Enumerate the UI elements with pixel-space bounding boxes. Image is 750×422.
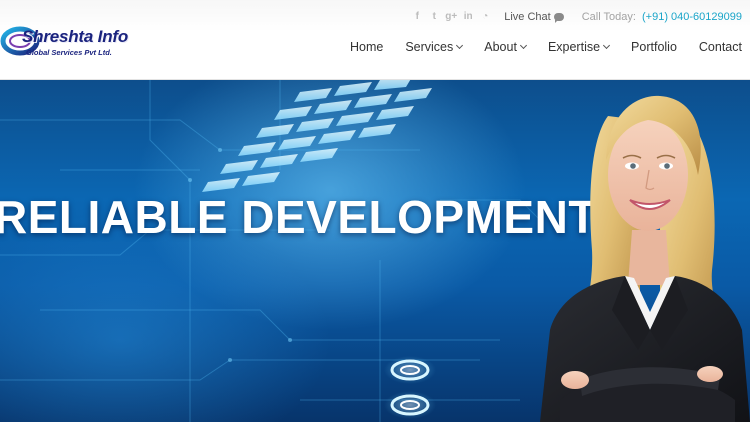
hero-title: RELIABLE DEVELOPMENT — [0, 191, 597, 243]
nav-label-services: Services — [405, 40, 454, 54]
nav-item-home[interactable]: Home — [350, 40, 383, 54]
facebook-icon[interactable]: f — [412, 11, 422, 23]
nav-label-home: Home — [349, 40, 384, 54]
site-logo[interactable]: Shreshta Info Global Services Pvt Ltd. — [0, 21, 140, 61]
nav-label-contact: Contact — [698, 40, 742, 54]
nav-label-about: About — [484, 40, 517, 54]
chat-bubble-icon — [553, 13, 564, 23]
chevron-down-icon — [456, 41, 464, 50]
google-plus-icon[interactable]: g+ — [445, 11, 457, 23]
phone-number-link[interactable]: (+91) 040-60129099 — [642, 11, 742, 23]
nav-item-portfolio[interactable]: Portfolio — [631, 40, 677, 54]
site-header: Shreshta Info Global Services Pvt Ltd. f… — [0, 0, 750, 80]
nav-item-services[interactable]: Services — [405, 40, 464, 54]
main-nav: Home Services About Expertise Portfolio … — [350, 40, 742, 54]
chevron-down-icon — [603, 41, 611, 50]
top-bar: f t g+ in ◔ Live Chat Call Today: (+91) … — [412, 9, 742, 25]
social-links: f t g+ in ◔ — [412, 11, 490, 23]
call-label: Call Today: — [581, 11, 636, 23]
call-today: Call Today: (+91) 040-60129099 — [582, 11, 742, 23]
nav-item-expertise[interactable]: Expertise — [547, 40, 611, 54]
rss-icon[interactable]: ◔ — [480, 11, 490, 23]
nav-item-contact[interactable]: Contact — [699, 40, 742, 54]
linkedin-icon[interactable]: in — [463, 11, 473, 23]
live-chat-link[interactable]: Live Chat — [504, 11, 564, 23]
hero-banner: RELIABLE DEVELOPMENT — [0, 80, 750, 422]
twitter-icon[interactable]: t — [429, 11, 439, 23]
brand-subtitle: Global Services Pvt Ltd. — [26, 48, 112, 57]
nav-label-portfolio: Portfolio — [631, 40, 677, 54]
brand-name: Shreshta Info — [22, 27, 129, 46]
businesswoman-image — [540, 95, 750, 422]
nav-item-about[interactable]: About — [484, 40, 527, 54]
nav-label-expertise: Expertise — [547, 40, 601, 54]
live-chat-label: Live Chat — [504, 11, 551, 23]
chevron-down-icon — [519, 41, 527, 50]
